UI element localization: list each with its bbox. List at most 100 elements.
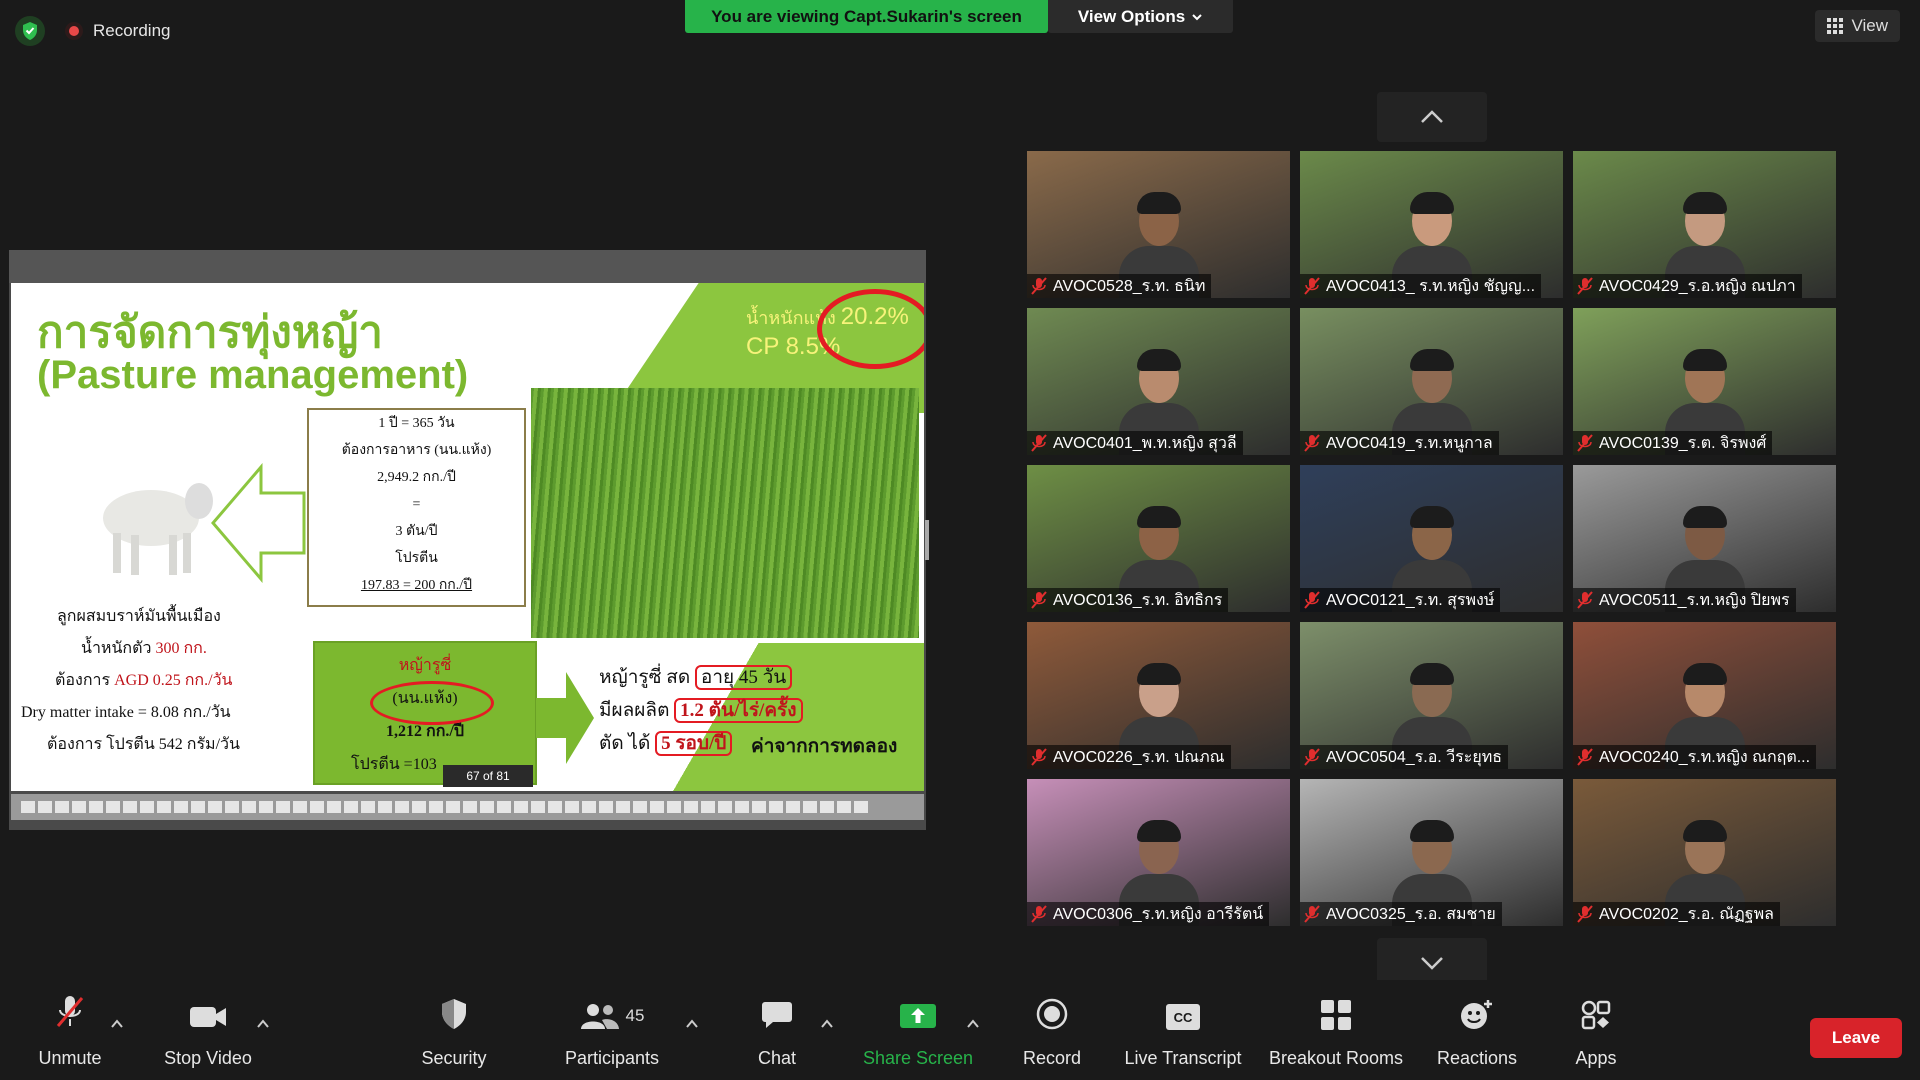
participants-button[interactable]: 45 Participants [560,980,664,1080]
participant-tile[interactable]: AVOC0413_ ร.ท.หญิง ชัญญ... [1300,151,1563,298]
participants-options-caret-icon[interactable] [685,1018,699,1030]
agd-label: ต้องการ [55,672,111,689]
reactions-button[interactable]: Reactions [1427,980,1527,1080]
view-label: View [1851,16,1888,35]
participant-tile[interactable]: AVOC0401_พ.ท.หญิง สุวลี [1027,308,1290,455]
participant-name: AVOC0429_ร.อ.หญิง ณปภา [1599,277,1796,295]
microphone-muted-icon [1304,748,1320,766]
chevron-down-icon [1192,13,1202,20]
participant-name: AVOC0504_ร.อ. วีระยุทธ [1326,748,1503,766]
participants-icon [580,1004,619,1029]
ruzi-cut-value: 5 รอบ/ปี [655,731,733,756]
microphone-muted-icon [1031,434,1047,452]
cow-requirement-text: ลูกผสมบราห์มันพื้นเมือง น้ำหนักตัว 300 ก… [21,601,271,761]
ruzi-cut-label: ตัด ได้ [599,733,651,754]
shared-screen[interactable]: การจัดการทุ่งหญ้า (Pasture management) น… [9,250,926,830]
stop-video-button[interactable]: Stop Video [158,980,258,1080]
leave-meeting-button[interactable]: Leave [1810,1018,1902,1058]
ruzi-age-value: อายุ 45 วัน [694,665,793,690]
participant-name-label: AVOC0202_ร.อ. ณัฏฐพล [1573,902,1780,926]
ruzi-output-line: มีผลผลิต 1.2 ตัน/ไร่/ครั้ง [599,694,919,727]
participant-name: AVOC0511_ร.ท.หญิง ปิยพร [1599,591,1790,609]
participant-name: AVOC0121_ร.ท. สุรพงษ์ [1326,591,1495,609]
audio-options-caret-icon[interactable] [110,1018,124,1030]
share-screen-button[interactable]: Share Screen [858,980,978,1080]
chat-button[interactable]: Chat [737,980,817,1080]
box-line: 3 ตัน/ปี [395,524,438,539]
participant-tile[interactable]: AVOC0226_ร.ท. ปณภณ [1027,622,1290,769]
record-label: Record [1022,1048,1082,1068]
record-button[interactable]: Record [1012,980,1092,1080]
breakout-rooms-label: Breakout Rooms [1268,1048,1404,1068]
split-view-drag-handle[interactable] [925,520,929,560]
weight-value: 300 กก. [155,640,207,657]
unmute-button[interactable]: Unmute [30,980,110,1080]
meeting-toolbar: Unmute Stop Video Security 45 Participan… [0,980,1920,1080]
participant-name: AVOC0413_ ร.ท.หญิง ชัญญ... [1326,277,1536,295]
recording-label: Recording [93,21,171,40]
breakout-rooms-button[interactable]: Breakout Rooms [1266,980,1406,1080]
slide-thumbnail-strip[interactable] [11,794,924,820]
page-indicator: 67 of 81 [443,765,533,787]
participant-tile[interactable]: AVOC0136_ร.ท. อิทธิกร [1027,465,1290,612]
participant-name-label: AVOC0306_ร.ท.หญิง อารีรัตน์ [1027,902,1270,926]
microphone-muted-icon [1577,905,1593,923]
ruzi-label: หญ้ารูซี่ [398,657,452,674]
participant-name-label: AVOC0240_ร.ท.หญิง ณกฤต... [1573,745,1817,769]
view-options-button[interactable]: View Options [1048,0,1233,33]
microphone-muted-icon [1304,905,1320,923]
microphone-muted-icon [1031,905,1047,923]
ruzi-age-line: หญ้ารูซี่ สด อายุ 45 วัน [599,661,919,694]
microphone-muted-icon [1304,434,1320,452]
recording-indicator[interactable]: Recording [65,16,171,46]
share-screen-label: Share Screen [862,1048,974,1068]
chat-bubble-icon [762,1002,792,1028]
participant-tile[interactable]: AVOC0139_ร.ต. จิรพงศ์ [1573,308,1836,455]
view-options-label: View Options [1077,6,1186,26]
participant-name: AVOC0240_ร.ท.หญิง ณกฤต... [1599,748,1811,766]
participant-name-label: AVOC0429_ร.อ.หญิง ณปภา [1573,274,1802,298]
participant-name: AVOC0136_ร.ท. อิทธิกร [1053,591,1223,609]
microphone-muted-icon [1031,277,1047,295]
participant-tile[interactable]: AVOC0429_ร.อ.หญิง ณปภา [1573,151,1836,298]
live-transcript-button[interactable]: CC Live Transcript [1118,980,1248,1080]
record-dot-icon [65,22,83,40]
cow-image [103,483,213,575]
encryption-shield-icon[interactable] [15,16,45,46]
participant-name-label: AVOC0139_ร.ต. จิรพงศ์ [1573,431,1773,455]
gallery-page-up-button[interactable] [1377,92,1487,142]
participant-tile[interactable]: AVOC0511_ร.ท.หญิง ปิยพร [1573,465,1836,612]
video-camera-icon [190,1007,226,1027]
participant-tile[interactable]: AVOC0504_ร.อ. วีระยุทธ [1300,622,1563,769]
participant-tile[interactable]: AVOC0419_ร.ท.หนูกาล [1300,308,1563,455]
participant-tile[interactable]: AVOC0202_ร.อ. ณัฏฐพล [1573,779,1836,926]
dmi-line: Dry matter intake = 8.08 กก./วัน [21,704,231,721]
view-button[interactable]: View [1815,10,1900,42]
box-line: โปรตีน [395,551,438,566]
ruzi-grass-box: หญ้ารูซี่ (นน.แห้ง) 1,212 กก./ปี โปรตีน … [313,641,537,787]
live-transcript-label: Live Transcript [1124,1048,1242,1068]
participant-tile[interactable]: AVOC0325_ร.อ. สมชาย [1300,779,1563,926]
participants-label: Participants [564,1048,660,1068]
participant-name-label: AVOC0121_ร.ท. สุรพงษ์ [1300,588,1501,612]
smiley-add-icon [1461,1000,1492,1029]
reactions-label: Reactions [1436,1048,1518,1068]
agd-value: AGD 0.25 กก./วัน [114,672,233,689]
participant-tile[interactable]: AVOC0240_ร.ท.หญิง ณกฤต... [1573,622,1836,769]
participant-tile[interactable]: AVOC0528_ร.ท. ธนิท [1027,151,1290,298]
annotation-oval [370,681,494,725]
record-icon [1036,998,1068,1030]
chat-options-caret-icon[interactable] [820,1018,834,1030]
participant-tile[interactable]: AVOC0306_ร.ท.หญิง อารีรัตน์ [1027,779,1290,926]
apps-button[interactable]: Apps [1556,980,1636,1080]
apps-label: Apps [1575,1048,1617,1068]
share-options-caret-icon[interactable] [966,1018,980,1030]
microphone-muted-icon [1577,591,1593,609]
participant-tile[interactable]: AVOC0121_ร.ท. สุรพงษ์ [1300,465,1563,612]
video-options-caret-icon[interactable] [256,1018,270,1030]
share-screen-icon [900,1004,936,1028]
participant-name: AVOC0528_ร.ท. ธนิท [1053,277,1206,295]
participant-name: AVOC0419_ร.ท.หนูกาล [1326,434,1493,452]
ruzi-output-value: 1.2 ตัน/ไร่/ครั้ง [674,698,803,723]
security-button[interactable]: Security [414,980,494,1080]
